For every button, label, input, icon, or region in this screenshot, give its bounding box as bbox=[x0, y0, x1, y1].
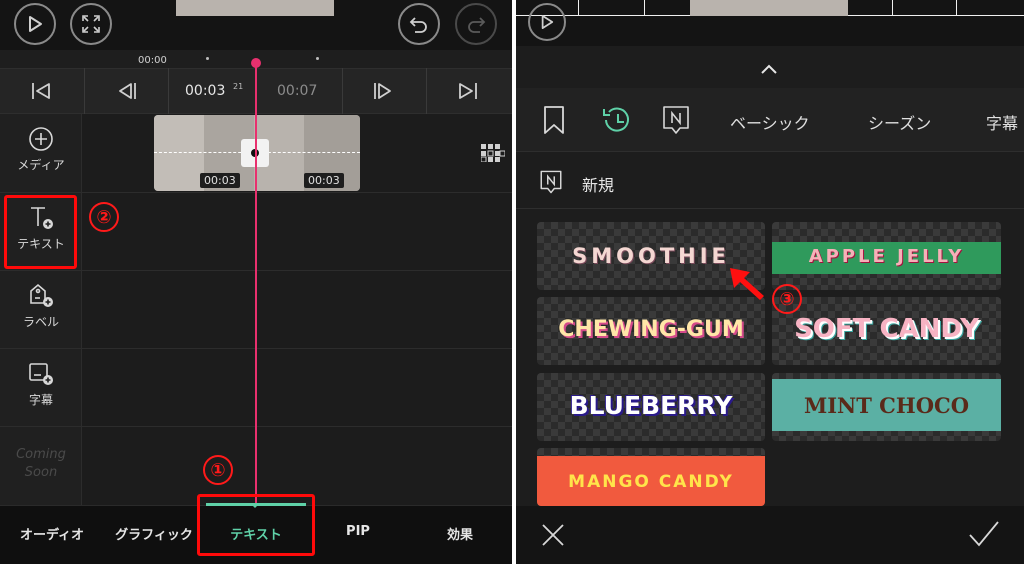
tool-media[interactable]: メディア bbox=[0, 126, 82, 173]
annotation-step-1: ① bbox=[203, 455, 233, 485]
ruler-start-time: 00:00 bbox=[138, 55, 167, 66]
bookmark-tab[interactable] bbox=[542, 105, 566, 139]
frame-forward-button[interactable] bbox=[372, 81, 394, 105]
redo-icon bbox=[468, 17, 486, 33]
preset-apple-jelly[interactable]: APPLE JELLY bbox=[772, 222, 1001, 290]
bookmark-icon bbox=[544, 106, 564, 134]
section-title: 新規 bbox=[582, 176, 615, 195]
preset-mint-choco[interactable]: MINT CHOCO bbox=[772, 373, 1001, 441]
category-subtitle[interactable]: 字幕 bbox=[986, 110, 1018, 134]
subtitle-track[interactable] bbox=[82, 348, 512, 426]
divider bbox=[84, 68, 85, 114]
annotation-highlight-text-tab bbox=[197, 494, 315, 556]
ruler-tick bbox=[316, 57, 319, 60]
tab-pip[interactable]: PIP bbox=[308, 524, 408, 539]
fullscreen-icon bbox=[82, 15, 100, 33]
category-season[interactable]: シーズン bbox=[868, 110, 931, 134]
close-icon bbox=[542, 524, 564, 546]
preset-label: SOFT CANDY bbox=[794, 314, 979, 344]
cancel-button[interactable] bbox=[540, 522, 566, 552]
check-icon bbox=[969, 521, 999, 547]
chevron-up-icon bbox=[761, 64, 777, 74]
undo-button[interactable] bbox=[398, 3, 440, 45]
skip-start-button[interactable] bbox=[30, 81, 52, 105]
text-preset-panel: ベーシック シーズン 字幕 新規 SMOOTHIE APPLE JELLY CH… bbox=[516, 0, 1024, 564]
total-time: 00:07 bbox=[277, 83, 318, 99]
tab-audio[interactable]: オーディオ bbox=[2, 524, 102, 543]
new-tab[interactable] bbox=[660, 104, 692, 140]
annotation-step-3: ③ bbox=[772, 284, 802, 314]
undo-icon bbox=[409, 17, 427, 33]
add-label-icon bbox=[30, 283, 53, 307]
preset-label: BLUEBERRY bbox=[569, 391, 733, 420]
clip-duration: 00:03 bbox=[304, 173, 344, 188]
frame-back-icon bbox=[119, 83, 136, 99]
preset-chewing-gum[interactable]: CHEWING-GUM bbox=[537, 297, 765, 365]
tool-subtitle-label: 字幕 bbox=[28, 393, 53, 407]
recent-icon bbox=[603, 107, 629, 132]
tab-effects[interactable]: 効果 bbox=[410, 524, 510, 543]
tool-subtitle[interactable]: 字幕 bbox=[0, 361, 82, 408]
preset-soft-candy[interactable]: SOFT CANDY bbox=[772, 297, 1001, 365]
preset-label: APPLE JELLY bbox=[808, 246, 965, 267]
new-badge-icon bbox=[540, 170, 562, 194]
preset-mango-candy[interactable]: MANGO CANDY bbox=[537, 448, 765, 506]
skip-end-button[interactable] bbox=[457, 81, 479, 105]
tab-graphic[interactable]: グラフィック bbox=[104, 524, 204, 543]
preset-label: MINT CHOCO bbox=[803, 393, 970, 418]
tool-label[interactable]: ラベル bbox=[0, 283, 82, 330]
category-basic[interactable]: ベーシック bbox=[730, 110, 810, 134]
add-media-icon bbox=[29, 127, 53, 151]
text-track[interactable] bbox=[82, 192, 512, 270]
skip-start-icon bbox=[32, 83, 50, 99]
section-header-icon-wrap bbox=[538, 168, 564, 200]
timeline-strip bbox=[516, 0, 1024, 16]
current-frame: 21 bbox=[233, 82, 244, 91]
layout-grid-icon bbox=[480, 144, 506, 163]
frame-back-button[interactable] bbox=[116, 81, 138, 105]
add-subtitle-icon bbox=[29, 363, 53, 385]
annotation-step-2: ② bbox=[89, 202, 119, 232]
fullscreen-button[interactable] bbox=[70, 3, 112, 45]
bottom-action-bar bbox=[516, 506, 1024, 564]
new-badge-icon bbox=[663, 106, 689, 134]
editor-panel: 00:00 00:03 21 00:07 メディア テキスト ラベル 字幕 Co… bbox=[0, 0, 512, 564]
play-button[interactable] bbox=[528, 3, 566, 41]
divider bbox=[342, 68, 343, 114]
confirm-button[interactable] bbox=[968, 520, 1000, 552]
recent-tab[interactable] bbox=[600, 104, 634, 140]
tool-label-label: ラベル bbox=[22, 315, 59, 329]
ruler-tick bbox=[206, 57, 209, 60]
divider bbox=[426, 68, 427, 114]
layout-grid-button[interactable] bbox=[480, 144, 506, 166]
annotation-highlight-text-tool bbox=[4, 195, 77, 269]
current-time: 00:03 bbox=[185, 83, 226, 99]
playhead-line[interactable] bbox=[255, 62, 257, 506]
redo-button[interactable] bbox=[455, 3, 497, 45]
tool-media-label: メディア bbox=[17, 158, 65, 172]
preview-video-frame bbox=[176, 0, 334, 16]
coming-soon-line2: Soon bbox=[24, 465, 58, 480]
coming-soon: Coming Soon bbox=[0, 446, 82, 482]
coming-soon-line1: Coming bbox=[16, 447, 66, 462]
preset-label: MANGO CANDY bbox=[568, 472, 734, 492]
playhead-knob[interactable] bbox=[251, 58, 261, 68]
divider bbox=[168, 68, 169, 114]
play-icon bbox=[29, 16, 42, 32]
play-icon bbox=[541, 15, 554, 29]
clip-duration: 00:03 bbox=[200, 173, 240, 188]
skip-end-icon bbox=[459, 83, 477, 99]
play-button[interactable] bbox=[14, 3, 56, 45]
label-track[interactable] bbox=[82, 270, 512, 348]
preset-blueberry[interactable]: BLUEBERRY bbox=[537, 373, 765, 441]
collapse-panel-button[interactable] bbox=[760, 60, 778, 79]
frame-forward-icon bbox=[374, 83, 391, 99]
preset-label: CHEWING-GUM bbox=[558, 317, 744, 342]
annotation-arrow bbox=[724, 262, 772, 306]
